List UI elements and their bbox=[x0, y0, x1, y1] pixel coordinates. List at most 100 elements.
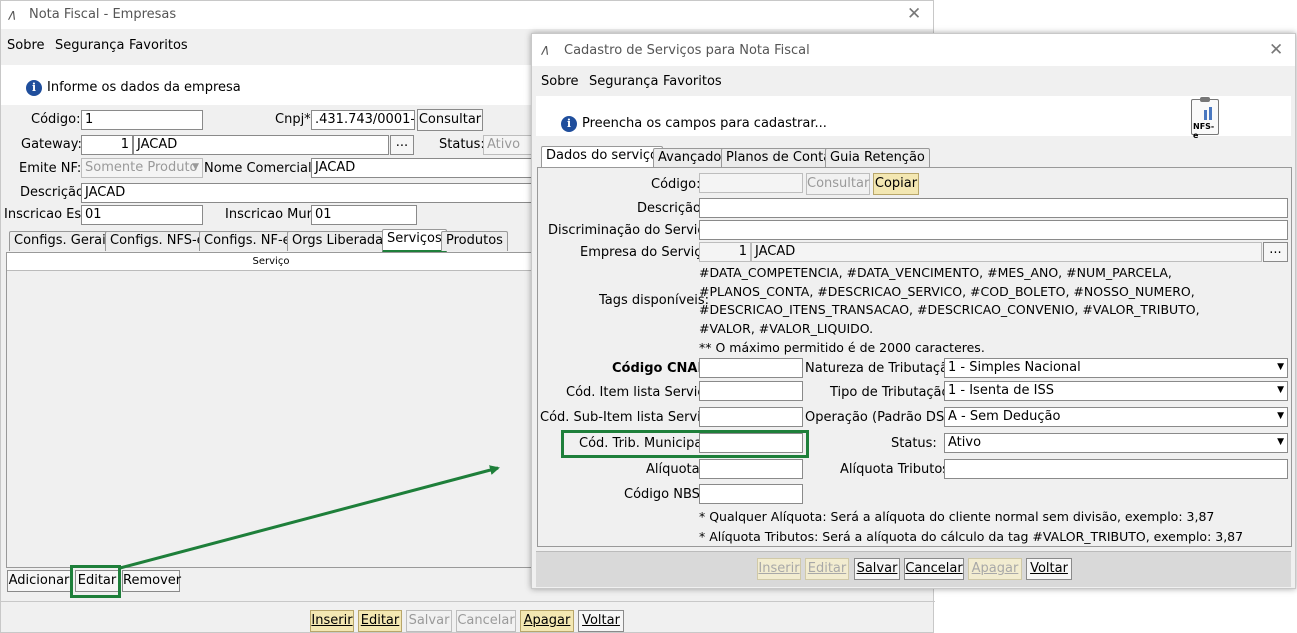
aliquota-input[interactable] bbox=[699, 459, 803, 479]
chevron-down-icon: ▼ bbox=[1277, 362, 1284, 372]
editar-button[interactable]: Editar bbox=[358, 610, 402, 632]
menu-sobre[interactable]: Sobre bbox=[7, 38, 45, 53]
natureza-label: Natureza de Tributação: bbox=[805, 361, 961, 376]
nbs-input[interactable] bbox=[699, 484, 803, 504]
window-title: Nota Fiscal - Empresas bbox=[29, 7, 177, 22]
table-header[interactable]: Serviço bbox=[7, 253, 535, 271]
operacao-label: Operação (Padrão DSF): bbox=[805, 410, 962, 425]
gateway-code-input[interactable]: 1 bbox=[81, 135, 133, 155]
chevron-down-icon: ▼ bbox=[1277, 411, 1284, 421]
gateway-name-input[interactable]: JACAD bbox=[133, 135, 389, 155]
dialog-codigo-label: Código: bbox=[651, 177, 701, 192]
table-header-servico: Serviço bbox=[252, 256, 290, 267]
voltar-button[interactable]: Voltar bbox=[578, 610, 624, 632]
tab-configs-nfe[interactable]: Configs. NF-e bbox=[199, 231, 296, 251]
tab-guia-retencao[interactable]: Guia Retenção bbox=[825, 148, 930, 168]
tags-line: #VALOR, #VALOR_LIQUIDO. bbox=[699, 320, 874, 336]
dialog-titlebar: /\ Cadastro de Serviços para Nota Fiscal… bbox=[532, 34, 1295, 66]
copiar-button[interactable]: Copiar bbox=[873, 173, 919, 195]
dialog-editar-button[interactable]: Editar bbox=[805, 558, 849, 580]
cnae-input[interactable] bbox=[699, 358, 803, 378]
info-icon: i bbox=[561, 116, 577, 132]
menu-favoritos[interactable]: Favoritos bbox=[663, 74, 722, 89]
menu-seguranca[interactable]: Segurança bbox=[55, 38, 124, 53]
menu-sobre[interactable]: Sobre bbox=[541, 74, 579, 89]
discriminacao-input[interactable] bbox=[699, 220, 1288, 240]
emite-nf-select[interactable]: Somente Produto ▼ bbox=[81, 158, 203, 178]
info-icon: i bbox=[26, 80, 42, 96]
chevron-down-icon: ▼ bbox=[1277, 437, 1284, 447]
subitem-lista-input[interactable] bbox=[699, 407, 803, 427]
discriminacao-label: Discriminação do Serviço: bbox=[548, 223, 717, 238]
inscricao-mun-label: Inscricao Mun.: bbox=[225, 207, 324, 222]
dialog-voltar-button[interactable]: Voltar bbox=[1026, 558, 1072, 580]
info-text: Informe os dados da empresa bbox=[47, 80, 241, 95]
chevron-down-icon: ▼ bbox=[1277, 385, 1284, 395]
close-icon[interactable]: ✕ bbox=[1269, 40, 1283, 60]
empresa-name-input[interactable]: JACAD bbox=[751, 242, 1262, 262]
tab-planos-de-conta[interactable]: Planos de Conta bbox=[721, 148, 837, 168]
codigo-input[interactable]: 1 bbox=[81, 110, 203, 130]
max-chars-note: ** O máximo permitido é de 2000 caracter… bbox=[699, 340, 985, 355]
nfse-icon-label: NFS-e bbox=[1193, 122, 1215, 140]
operacao-select[interactable]: A - Sem Dedução ▼ bbox=[944, 407, 1288, 427]
tab-produtos[interactable]: Produtos bbox=[441, 231, 508, 251]
item-lista-input[interactable] bbox=[699, 381, 803, 401]
menu-seguranca[interactable]: Segurança bbox=[589, 74, 658, 89]
dialog-info-text: Preencha os campos para cadastrar... bbox=[582, 116, 827, 131]
cnpj-input[interactable]: .431.743/0001-40 bbox=[311, 110, 415, 130]
tags-label: Tags disponíveis: bbox=[599, 293, 710, 308]
status-select[interactable]: Ativo ▼ bbox=[944, 433, 1288, 453]
cancelar-button[interactable]: Cancelar bbox=[456, 610, 516, 632]
remover-button[interactable]: Remover bbox=[122, 570, 181, 592]
nfse-document-icon: NFS-e bbox=[1191, 97, 1219, 140]
salvar-button[interactable]: Salvar bbox=[406, 610, 452, 632]
aliquota-label: Alíquota: bbox=[646, 462, 705, 477]
nbs-label: Código NBS: bbox=[624, 487, 705, 502]
nome-comercial-label: Nome Comercial*: bbox=[204, 161, 323, 176]
tab-dados-do-servico[interactable]: Dados do serviço bbox=[541, 146, 663, 168]
status-select[interactable]: Ativo bbox=[483, 135, 535, 155]
dialog-apagar-button[interactable]: Apagar bbox=[968, 558, 1022, 580]
inscricao-mun-input[interactable]: 01 bbox=[311, 205, 417, 225]
emite-nf-label: Emite NF:* bbox=[19, 161, 88, 176]
bottom-divider bbox=[1, 601, 935, 602]
dialog-codigo-input[interactable] bbox=[699, 173, 803, 193]
tags-line: #DATA_COMPETENCIA, #DATA_VENCIMENTO, #ME… bbox=[699, 265, 1172, 280]
aliquota-tributos-note: * Alíquota Tributos: Será a alíquota do … bbox=[699, 529, 1244, 544]
dialog-consultar-button[interactable]: Consultar bbox=[806, 173, 870, 195]
nome-comercial-input[interactable]: JACAD bbox=[311, 158, 535, 178]
adicionar-button[interactable]: Adicionar bbox=[7, 570, 71, 592]
dialog-cancelar-button[interactable]: Cancelar bbox=[904, 558, 964, 580]
codigo-label: Código: bbox=[31, 112, 81, 127]
dialog-descricao-input[interactable] bbox=[699, 198, 1288, 218]
descricao-input[interactable]: JACAD bbox=[81, 183, 535, 203]
natureza-select[interactable]: 1 - Simples Nacional ▼ bbox=[944, 358, 1288, 378]
dialog-descricao-label: Descrição: bbox=[637, 201, 706, 216]
tab-configs-nfse[interactable]: Configs. NFS-e bbox=[105, 231, 210, 251]
menu-favoritos[interactable]: Favoritos bbox=[129, 38, 188, 53]
close-icon[interactable]: ✕ bbox=[907, 4, 921, 24]
empresa-code-input[interactable]: 1 bbox=[699, 242, 751, 262]
inscricao-est-input[interactable]: 01 bbox=[81, 205, 203, 225]
empresa-servico-label: Empresa do Serviço: bbox=[580, 245, 714, 260]
inserir-button[interactable]: Inserir bbox=[310, 610, 354, 632]
tab-orgs-liberadas[interactable]: Orgs Liberadas bbox=[287, 231, 395, 251]
trib-municipal-label: Cód. Trib. Municipal: bbox=[579, 436, 711, 451]
tab-avancado[interactable]: Avançado bbox=[653, 148, 727, 168]
apagar-button[interactable]: Apagar bbox=[520, 610, 574, 632]
dialog-salvar-button[interactable]: Salvar bbox=[854, 558, 900, 580]
descricao-label: Descrição: bbox=[20, 185, 89, 200]
tipo-tributacao-select[interactable]: 1 - Isenta de ISS ▼ bbox=[944, 381, 1288, 401]
dialog-title: Cadastro de Serviços para Nota Fiscal bbox=[564, 43, 810, 58]
item-lista-label: Cód. Item lista Serviço: bbox=[566, 385, 717, 400]
tab-configs-gerais[interactable]: Configs. Gerais bbox=[9, 231, 118, 251]
tab-servicos[interactable]: Serviços bbox=[382, 229, 447, 253]
consultar-button[interactable]: Consultar bbox=[417, 109, 483, 131]
trib-municipal-input[interactable] bbox=[699, 433, 803, 453]
chevron-down-icon: ▼ bbox=[192, 162, 199, 172]
dialog-inserir-button[interactable]: Inserir bbox=[757, 558, 801, 580]
empresa-lookup-button[interactable]: ... bbox=[1263, 242, 1288, 262]
aliquota-tributos-input[interactable] bbox=[944, 459, 1288, 479]
gateway-lookup-button[interactable]: ... bbox=[390, 135, 414, 155]
